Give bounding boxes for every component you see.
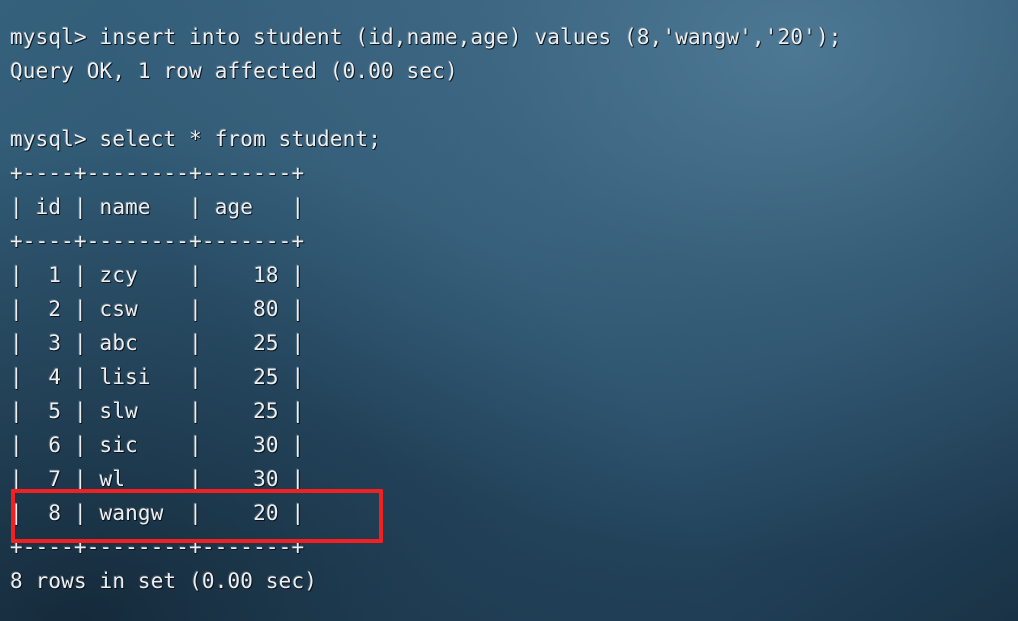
terminal-output-text: mysql> insert into student (id,name,age)…: [10, 25, 842, 593]
mysql-terminal-window[interactable]: mysql> insert into student (id,name,age)…: [0, 0, 1018, 621]
